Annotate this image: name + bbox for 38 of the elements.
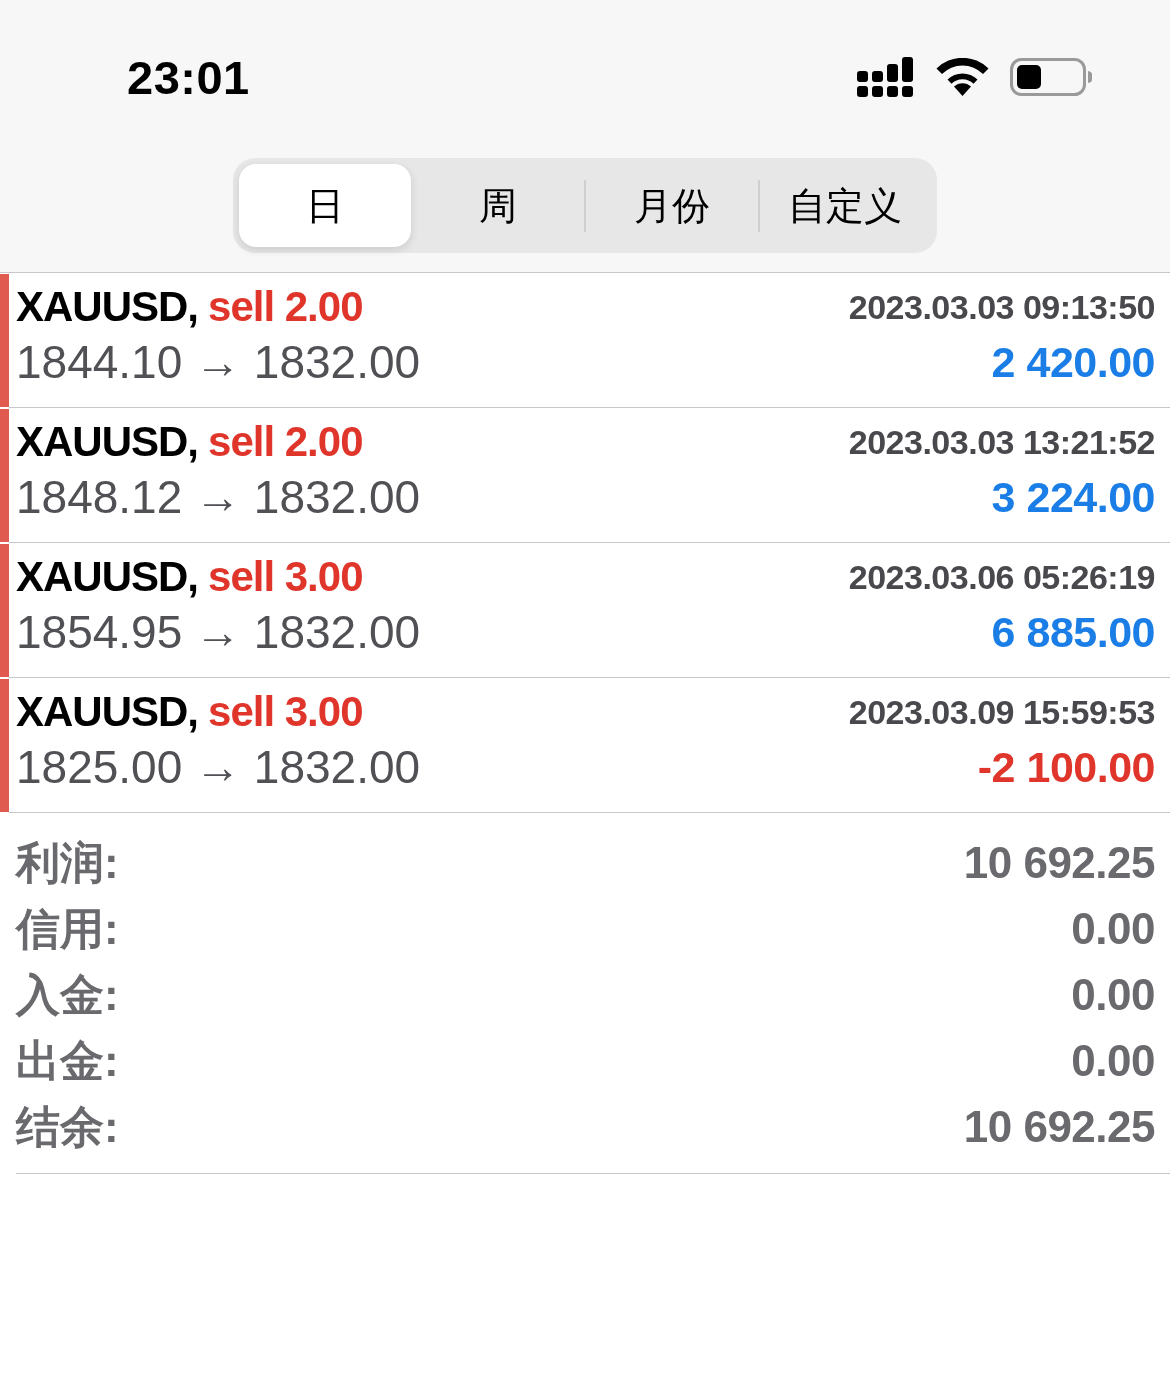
symbol-text: XAUUSD, — [16, 421, 199, 463]
deal-time: 2023.03.06 05:26:19 — [848, 560, 1155, 594]
period-tab[interactable]: 自定义 — [759, 164, 931, 247]
symbol-text: XAUUSD, — [16, 691, 199, 733]
signal-icon — [857, 57, 915, 97]
profit-value: 2 420.00 — [991, 340, 1155, 384]
price-change: 1854.95 → 1832.00 — [16, 609, 421, 655]
period-tab[interactable]: 月份 — [586, 164, 758, 247]
price-change: 1825.00 → 1832.00 — [16, 744, 421, 790]
profit-value: -2 100.00 — [977, 745, 1155, 789]
period-tab[interactable]: 日 — [239, 164, 411, 247]
summary-value: 10 692.25 — [963, 1105, 1155, 1149]
summary-label: 结余: — [16, 1105, 119, 1149]
profit-value: 3 224.00 — [991, 475, 1155, 519]
summary-label: 出金: — [16, 1039, 119, 1083]
summary-value: 0.00 — [1071, 973, 1155, 1017]
price-change: 1848.12 → 1832.00 — [16, 474, 421, 520]
order-text: sell 3.00 — [208, 556, 363, 598]
symbol-text: XAUUSD, — [16, 286, 199, 328]
summary-value: 0.00 — [1071, 1039, 1155, 1083]
summary-label: 入金: — [16, 973, 119, 1017]
deal-time: 2023.03.09 15:59:53 — [848, 695, 1155, 729]
clock-time: 23:01 — [127, 53, 250, 101]
summary-label: 信用: — [16, 907, 119, 951]
order-text: sell 3.00 — [208, 691, 363, 733]
deal-time: 2023.03.03 09:13:50 — [848, 290, 1155, 324]
order-text: sell 2.00 — [208, 286, 363, 328]
period-tab[interactable]: 周 — [412, 164, 584, 247]
battery-icon — [1010, 58, 1092, 96]
summary-value: 10 692.25 — [963, 841, 1155, 885]
symbol-text: XAUUSD, — [16, 556, 199, 598]
order-text: sell 2.00 — [208, 421, 363, 463]
summary-label: 利润: — [16, 841, 119, 885]
deal-time: 2023.03.03 13:21:52 — [848, 425, 1155, 459]
profit-value: 6 885.00 — [991, 610, 1155, 654]
price-change: 1844.10 → 1832.00 — [16, 339, 421, 385]
wifi-icon — [936, 58, 989, 96]
summary-value: 0.00 — [1071, 907, 1155, 951]
